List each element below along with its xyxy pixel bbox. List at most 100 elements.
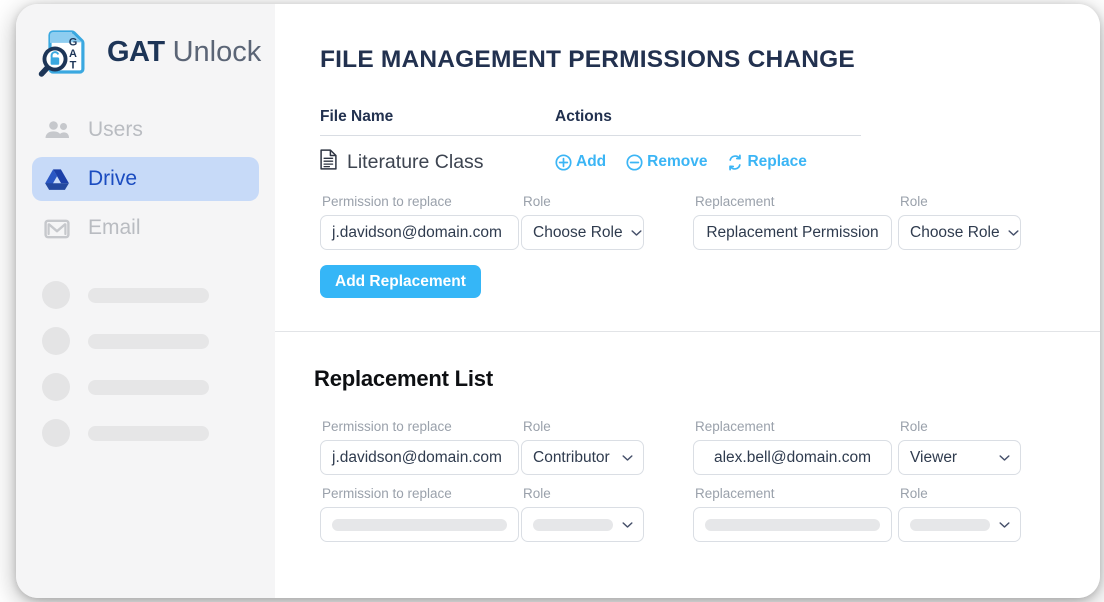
role-label: Role [523, 486, 551, 501]
text-placeholder [88, 333, 209, 349]
replacement-input[interactable]: Replacement Permission [693, 215, 892, 250]
gat-document-lock-logo-icon: G A T [37, 24, 93, 80]
page-title: FILE MANAGEMENT PERMISSIONS CHANGE [320, 46, 855, 73]
permission-to-replace-label: Permission to replace [322, 194, 452, 209]
role-select-value: Contributor [533, 448, 610, 466]
file-actions: Add Remove Replace [555, 153, 861, 171]
chevron-down-icon [1008, 229, 1019, 237]
chevron-down-icon [622, 454, 633, 462]
replacement-label: Replacement [695, 419, 775, 434]
value-placeholder [705, 518, 880, 531]
permission-to-replace-field-group: Permission to replace j.davidson@domain.… [320, 419, 519, 475]
table-header-row: File Name Actions [320, 108, 861, 136]
users-icon [42, 117, 72, 143]
add-replacement-button[interactable]: Add Replacement [320, 265, 481, 298]
svg-text:A: A [69, 48, 77, 60]
document-icon [320, 149, 337, 175]
avatar-placeholder [42, 327, 70, 355]
list-item [42, 410, 275, 456]
sidebar-item-label: Email [88, 216, 141, 239]
replacement-role-label: Role [900, 194, 928, 209]
value-placeholder [533, 518, 613, 531]
role-label: Role [523, 419, 551, 434]
remove-action-label: Remove [647, 153, 708, 170]
replacement-input[interactable]: alex.bell@domain.com [693, 440, 892, 475]
remove-action-button[interactable]: Remove [626, 153, 707, 171]
permission-to-replace-label: Permission to replace [322, 486, 452, 501]
replacement-role-field-group: Role Viewer [898, 419, 1021, 475]
replace-action-label: Replace [747, 153, 807, 170]
role-field-group: Role Contributor [521, 419, 644, 475]
brand-header: G A T GAT Unlock [16, 4, 275, 77]
role-select[interactable]: Contributor [521, 440, 644, 475]
replacement-field-group: Replacement [693, 486, 892, 542]
role-field-group: Role [521, 486, 644, 542]
replace-action-button[interactable]: Replace [727, 153, 807, 171]
replacement-input[interactable] [693, 507, 892, 542]
replacement-list-row: Permission to replace j.davidson@domain.… [320, 419, 1021, 475]
replace-form-row: Permission to replace j.davidson@domain.… [320, 194, 1021, 250]
replacement-role-select[interactable]: Choose Role [898, 215, 1021, 250]
value-placeholder [332, 518, 507, 531]
permission-to-replace-field-group: Permission to replace [320, 486, 519, 542]
sidebar-item-email[interactable]: Email [32, 206, 259, 250]
list-item [42, 318, 275, 364]
role-label: Role [523, 194, 551, 209]
chevron-down-icon [999, 454, 1010, 462]
permission-to-replace-field-group: Permission to replace j.davidson@domain.… [320, 194, 519, 250]
permission-to-replace-input[interactable]: j.davidson@domain.com [320, 215, 519, 250]
replacement-role-select-value: Viewer [910, 448, 958, 466]
sidebar-item-users[interactable]: Users [32, 108, 259, 152]
replacement-role-field-group: Role Choose Role [898, 194, 1021, 250]
sidebar-skeleton-list [16, 272, 275, 456]
replacement-role-select[interactable]: Viewer [898, 440, 1021, 475]
replacement-role-select[interactable] [898, 507, 1021, 542]
file-table: File Name Actions Literature Class Add R… [320, 108, 861, 175]
circle-minus-icon [626, 153, 643, 171]
chevron-down-icon [622, 521, 633, 529]
sidebar-nav: Users Drive Email [16, 108, 275, 250]
refresh-icon [727, 154, 743, 171]
brand-wordmark: GAT Unlock [107, 36, 261, 69]
list-item [42, 364, 275, 410]
avatar-placeholder [42, 373, 70, 401]
main-content: FILE MANAGEMENT PERMISSIONS CHANGE File … [275, 4, 1100, 598]
file-name-cell: Literature Class [320, 149, 555, 175]
replacement-field-group: Replacement alex.bell@domain.com [693, 419, 892, 475]
text-placeholder [88, 379, 209, 395]
app-window: G A T GAT Unlock Users Drive Email FILE … [16, 4, 1100, 598]
replacement-label: Replacement [695, 486, 775, 501]
sidebar-item-label: Drive [88, 167, 138, 190]
table-row: Literature Class Add Remove Replace [320, 149, 861, 175]
replacement-role-select-value: Choose Role [910, 223, 1000, 241]
text-placeholder [88, 425, 209, 441]
replacement-role-field-group: Role [898, 486, 1021, 542]
column-header-actions: Actions [555, 108, 612, 125]
text-placeholder [88, 287, 209, 303]
circle-plus-icon [555, 153, 572, 171]
role-select-value: Choose Role [533, 223, 623, 241]
chevron-down-icon [631, 229, 642, 237]
permission-to-replace-input[interactable]: j.davidson@domain.com [320, 440, 519, 475]
section-divider [275, 331, 1100, 332]
sidebar-item-drive[interactable]: Drive [32, 157, 259, 201]
gmail-icon [42, 215, 72, 241]
chevron-down-icon [999, 521, 1010, 529]
role-select[interactable] [521, 507, 644, 542]
add-action-button[interactable]: Add [555, 153, 606, 171]
replacement-list-title: Replacement List [314, 366, 493, 391]
svg-text:T: T [70, 60, 77, 72]
replacement-role-label: Role [900, 486, 928, 501]
permission-to-replace-input[interactable] [320, 507, 519, 542]
role-field-group: Role Choose Role [521, 194, 644, 250]
permission-to-replace-label: Permission to replace [322, 419, 452, 434]
role-select[interactable]: Choose Role [521, 215, 644, 250]
list-item [42, 272, 275, 318]
google-drive-icon [42, 166, 72, 192]
replacement-field-group: Replacement Replacement Permission [693, 194, 892, 250]
replacement-list-row: Permission to replace Role Replacement R… [320, 486, 1021, 542]
add-action-label: Add [576, 153, 607, 170]
file-name: Literature Class [347, 150, 484, 173]
avatar-placeholder [42, 281, 70, 309]
svg-text:G: G [69, 37, 78, 49]
